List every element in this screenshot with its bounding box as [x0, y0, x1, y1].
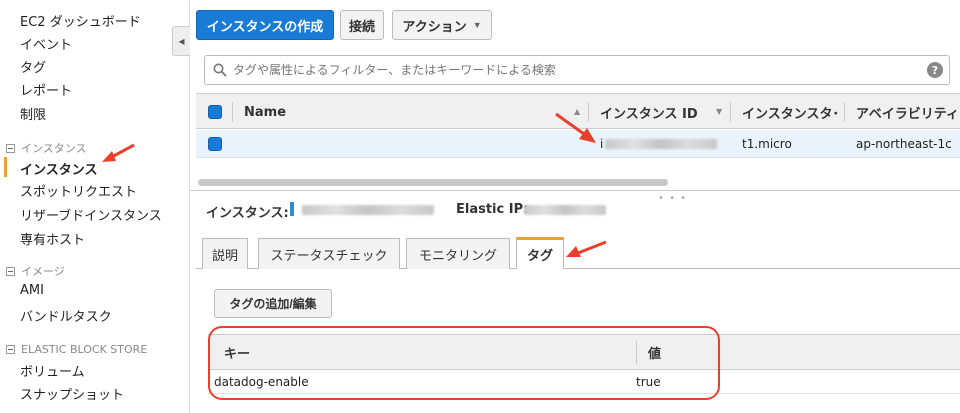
search-input[interactable] [233, 63, 913, 77]
sidebar-section-label: ELASTIC BLOCK STORE [21, 343, 148, 356]
sidebar-section-label: インスタンス [21, 142, 87, 155]
sidebar-item-volumes[interactable]: ボリューム [20, 361, 85, 380]
instance-id-prefix: i [600, 137, 604, 151]
horizontal-scrollbar[interactable] [198, 179, 668, 186]
sidebar-item-limits[interactable]: 制限 [20, 104, 46, 123]
sidebar-item-dashboard[interactable]: EC2 ダッシュボード [20, 11, 141, 30]
drag-handle-icon[interactable]: • • • [658, 193, 687, 204]
sidebar-section-ebs[interactable]: ELASTIC BLOCK STORE [6, 343, 147, 356]
column-separator [730, 102, 731, 122]
sort-icon[interactable]: ▼ [716, 107, 722, 116]
chevron-left-icon: ◂ [178, 34, 185, 48]
column-header-instance-type[interactable]: インスタンスタ･ [742, 94, 838, 130]
redacted-text [605, 139, 718, 149]
column-separator [844, 102, 845, 122]
annotation-arrow-icon [555, 112, 596, 143]
sidebar-item-ami[interactable]: AMI [20, 283, 44, 298]
instance-id: i [600, 130, 718, 158]
select-all-checkbox[interactable] [208, 105, 222, 119]
sidebar-item-reports[interactable]: レポート [20, 80, 72, 99]
instance-type: t1.micro [742, 137, 792, 151]
column-header-availability-zone[interactable]: アベイラビリティー [856, 94, 960, 130]
add-edit-tags-button[interactable]: タグの追加/編集 [214, 289, 332, 318]
sidebar-section-images[interactable]: イメージ [6, 263, 65, 279]
row-checkbox[interactable] [208, 137, 222, 151]
elastic-ip-label: Elastic IP: [456, 202, 529, 217]
help-icon[interactable]: ? [927, 62, 943, 78]
sidebar-section-instances[interactable]: インスタンス [6, 140, 87, 156]
sidebar-item-snapshots[interactable]: スナップショット [20, 384, 124, 403]
sidebar-item-spot-requests[interactable]: スポットリクエスト [20, 181, 137, 200]
column-separator [232, 102, 233, 122]
sidebar-item-tags[interactable]: タグ [20, 57, 46, 76]
ec2-console: EC2 ダッシュボード イベント タグ レポート 制限 インスタンス インスタン… [0, 0, 960, 413]
launch-instance-button[interactable]: インスタンスの作成 [196, 10, 334, 40]
collapse-icon [6, 266, 15, 276]
tab-description[interactable]: 説明 [202, 238, 248, 269]
redacted-text [302, 205, 434, 215]
sidebar: EC2 ダッシュボード イベント タグ レポート 制限 インスタンス インスタン… [0, 0, 190, 413]
annotation-arrow-icon [566, 240, 607, 257]
annotation-highlight [208, 326, 720, 400]
redacted-text [524, 205, 606, 215]
availability-zone: ap-northeast-1c [856, 137, 952, 151]
tab-tags[interactable]: タグ [516, 237, 564, 269]
instance-marker [290, 202, 294, 216]
pane-splitter[interactable] [190, 190, 960, 191]
connect-button[interactable]: 接続 [340, 10, 384, 40]
active-indicator [4, 157, 7, 177]
collapse-icon [6, 345, 15, 354]
instance-label: インスタンス: [206, 206, 289, 221]
annotation-arrow-icon [102, 143, 135, 162]
sidebar-item-events[interactable]: イベント [20, 34, 72, 53]
sidebar-item-dedicated-hosts[interactable]: 専有ホスト [20, 229, 85, 248]
collapse-icon [6, 143, 15, 153]
sidebar-item-reserved-instances[interactable]: リザーブドインスタンス [20, 205, 162, 224]
sidebar-item-instances[interactable]: インスタンス [20, 159, 97, 178]
chevron-down-icon: ▼ [472, 20, 482, 30]
search-icon [213, 63, 227, 77]
sidebar-section-label: イメージ [21, 265, 65, 278]
sidebar-collapse-button[interactable]: ◂ [172, 26, 190, 56]
actions-label: アクション [402, 18, 467, 34]
actions-dropdown-button[interactable]: アクション ▼ [392, 10, 492, 40]
column-header-name[interactable]: Name [244, 94, 564, 130]
tab-monitoring[interactable]: モニタリング [406, 238, 510, 269]
sidebar-item-bundle-tasks[interactable]: バンドルタスク [20, 306, 112, 325]
tab-status-checks[interactable]: ステータスチェック [258, 238, 400, 269]
column-header-instance-id[interactable]: インスタンス ID [600, 94, 710, 130]
search-bar: ? [204, 55, 950, 85]
